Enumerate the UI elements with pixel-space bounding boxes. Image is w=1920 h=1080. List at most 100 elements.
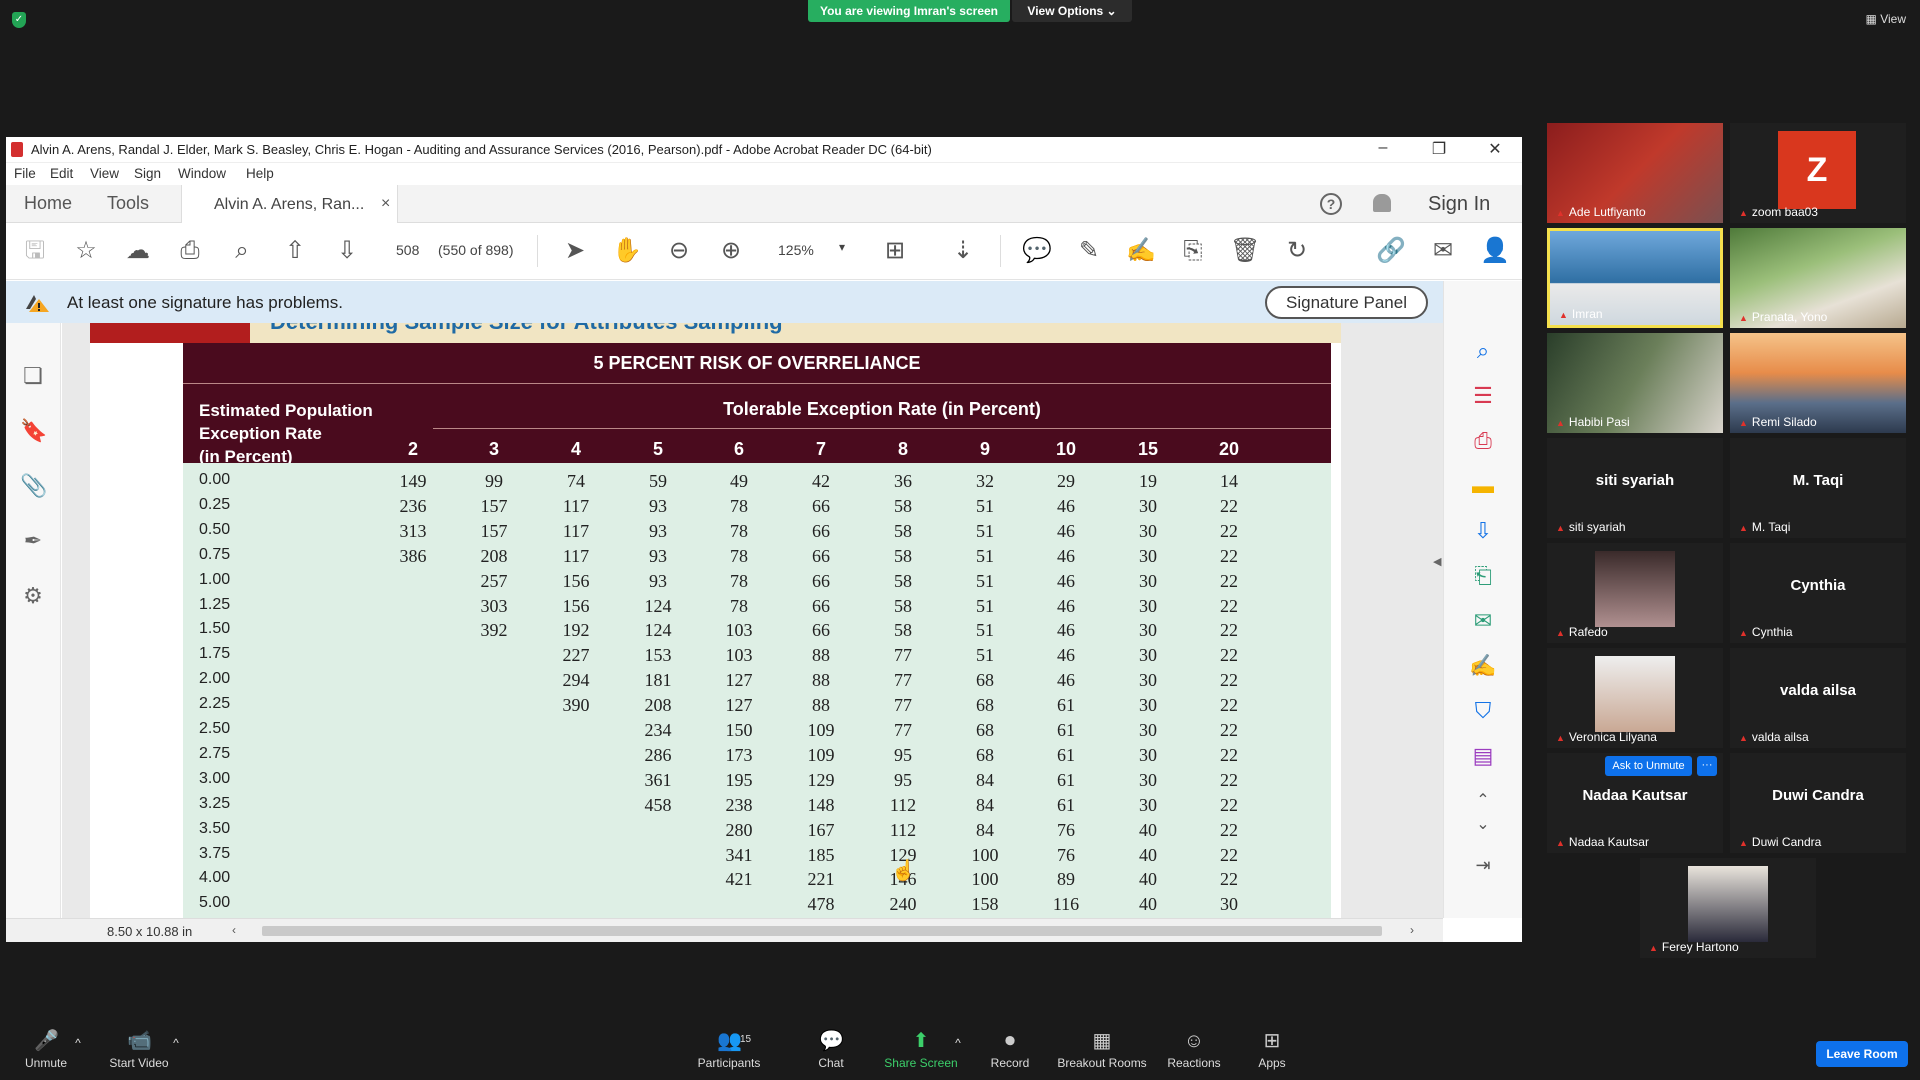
- view-options-button[interactable]: View Options ⌄: [1012, 0, 1132, 22]
- start-video-button[interactable]: 📹 Start Video: [104, 1030, 174, 1070]
- send-for-review-icon[interactable]: ✉: [1469, 607, 1497, 635]
- shield-icon[interactable]: ✓: [12, 12, 26, 28]
- delete-icon[interactable]: 🗑: [1230, 236, 1260, 266]
- bell-icon[interactable]: [1373, 194, 1391, 212]
- fill-sign-icon[interactable]: ✍: [1469, 652, 1497, 680]
- email-icon[interactable]: ✉: [1428, 236, 1458, 266]
- zoom-in-icon[interactable]: ⊕: [716, 236, 746, 266]
- participant-name: Nadaa Kautsar: [1556, 835, 1649, 849]
- participant-tile[interactable]: Rafedo: [1547, 543, 1723, 643]
- participant-tile[interactable]: Duwi Candra Duwi Candra: [1730, 753, 1906, 853]
- reactions-button[interactable]: ☺ Reactions: [1164, 1030, 1224, 1070]
- video-options-caret[interactable]: ^: [170, 1036, 182, 1050]
- edit-pdf-icon[interactable]: ⎗: [1469, 562, 1497, 590]
- participant-tile[interactable]: Veronica Lilyana: [1547, 648, 1723, 748]
- tab-home[interactable]: Home: [24, 193, 72, 214]
- share-screen-button[interactable]: ⬆ Share Screen: [882, 1030, 960, 1070]
- view-button[interactable]: ▦ View: [1866, 12, 1906, 26]
- minimize-button[interactable]: –: [1360, 139, 1406, 157]
- create-pdf-icon[interactable]: ⎙: [1469, 427, 1497, 455]
- select-cursor-icon[interactable]: ➤: [560, 236, 590, 266]
- participant-tile[interactable]: M. Taqi M. Taqi: [1730, 438, 1906, 538]
- participants-button[interactable]: 👥 Participants: [692, 1030, 766, 1070]
- more-tools-icon[interactable]: ▤: [1469, 742, 1497, 770]
- breakout-rooms-button[interactable]: ▦ Breakout Rooms: [1056, 1030, 1148, 1070]
- participant-tile[interactable]: Cynthia Cynthia: [1730, 543, 1906, 643]
- next-page-icon[interactable]: ⇩: [332, 236, 362, 266]
- draw-icon[interactable]: ✍: [1126, 236, 1156, 266]
- link-icon[interactable]: 🔗: [1376, 236, 1406, 266]
- participant-tile[interactable]: valda ailsa valda ailsa: [1730, 648, 1906, 748]
- protect-icon[interactable]: ⛉: [1469, 697, 1497, 725]
- scroll-left-icon[interactable]: ‹: [232, 923, 236, 937]
- more-options-button[interactable]: ···: [1697, 756, 1717, 776]
- participant-tile[interactable]: Habibi Pasi: [1547, 333, 1723, 433]
- menu-view[interactable]: View: [90, 166, 119, 181]
- export-pdf-icon[interactable]: ⇩: [1469, 517, 1497, 545]
- zoom-out-icon[interactable]: ⊖: [664, 236, 694, 266]
- scroll-down-icon[interactable]: ⌄: [1469, 811, 1497, 839]
- page-number-input[interactable]: 508: [396, 242, 419, 258]
- share-options-caret[interactable]: ^: [952, 1036, 964, 1050]
- horizontal-scroll-thumb[interactable]: [262, 926, 1382, 936]
- rotate-icon[interactable]: ↻: [1282, 236, 1312, 266]
- hand-tool-icon[interactable]: ✋: [612, 236, 642, 266]
- page-thumbnails-icon[interactable]: ❏: [20, 363, 46, 389]
- upload-icon[interactable]: ☁: [123, 236, 153, 266]
- search-icon[interactable]: ⌕: [227, 236, 257, 266]
- scroll-right-icon[interactable]: ›: [1410, 923, 1414, 937]
- close-window-button[interactable]: ✕: [1472, 139, 1518, 159]
- table-cell: 158: [971, 894, 999, 915]
- signature-panel-button[interactable]: Signature Panel: [1265, 286, 1428, 319]
- leave-room-button[interactable]: Leave Room: [1816, 1041, 1908, 1067]
- zoom-dropdown-icon[interactable]: ▾: [839, 240, 845, 254]
- participant-tile[interactable]: siti syariah siti syariah: [1547, 438, 1723, 538]
- sign-in-button[interactable]: Sign In: [1428, 193, 1490, 216]
- apps-button[interactable]: ⊞ Apps: [1250, 1030, 1294, 1070]
- participant-tile[interactable]: Ade Lutfiyanto: [1547, 123, 1723, 223]
- scroll-mode-icon[interactable]: ⇣: [948, 236, 978, 266]
- restore-button[interactable]: ❐: [1416, 139, 1462, 159]
- table-cell: 77: [894, 695, 912, 716]
- unmute-button[interactable]: 🎤 Unmute: [18, 1030, 74, 1070]
- menu-help[interactable]: Help: [246, 166, 274, 181]
- ask-to-unmute-button[interactable]: Ask to Unmute: [1605, 756, 1692, 776]
- menu-edit[interactable]: Edit: [50, 166, 73, 181]
- participant-tile[interactable]: Remi Silado: [1730, 333, 1906, 433]
- add-user-icon[interactable]: 👤: [1480, 236, 1510, 266]
- highlight-pen-icon[interactable]: ✎: [1074, 236, 1104, 266]
- participant-tile[interactable]: Imran: [1547, 228, 1723, 328]
- record-button[interactable]: ⏺ Record: [986, 1030, 1034, 1070]
- menu-window[interactable]: Window: [178, 166, 226, 181]
- table-cell: 46: [1057, 545, 1075, 566]
- participant-tile[interactable]: Zzoom baa03: [1730, 123, 1906, 223]
- audio-options-caret[interactable]: ^: [72, 1036, 84, 1050]
- close-tab-icon[interactable]: ×: [381, 195, 390, 213]
- signatures-icon[interactable]: ✒: [20, 528, 46, 554]
- expand-rail-icon[interactable]: ◀: [1433, 555, 1441, 568]
- participant-tile[interactable]: Ferey Hartono: [1640, 858, 1816, 958]
- collapse-right-icon[interactable]: ⇥: [1469, 851, 1497, 879]
- previous-page-icon[interactable]: ⇧: [280, 236, 310, 266]
- comment-icon[interactable]: 💬: [1022, 236, 1052, 266]
- print-icon[interactable]: ⎙: [175, 236, 205, 266]
- tab-document[interactable]: Alvin A. Arens, Ran... ×: [181, 185, 398, 224]
- document-view[interactable]: Determining Sample Size for Attributes S…: [62, 323, 1443, 918]
- zoom-level[interactable]: 125%: [778, 242, 814, 258]
- bookmarks-icon[interactable]: 🔖: [20, 418, 47, 444]
- comment-tool-icon[interactable]: ▬: [1469, 472, 1497, 500]
- stamp-icon[interactable]: ⎘: [1178, 236, 1208, 266]
- save-icon[interactable]: 🖫: [20, 236, 50, 266]
- zoom-tool-icon[interactable]: ⌕: [1469, 337, 1497, 365]
- participant-tile[interactable]: Pranata, Yono: [1730, 228, 1906, 328]
- attachments-icon[interactable]: 📎: [20, 473, 47, 499]
- menu-sign[interactable]: Sign: [134, 166, 161, 181]
- help-icon[interactable]: ?: [1320, 193, 1342, 215]
- organize-pages-icon[interactable]: ☰: [1469, 382, 1497, 410]
- menu-file[interactable]: File: [14, 166, 36, 181]
- chat-button[interactable]: 💬 Chat: [806, 1030, 856, 1070]
- fit-page-icon[interactable]: ⊞: [880, 236, 910, 266]
- bookmark-star-icon[interactable]: ☆: [71, 236, 101, 266]
- certificates-icon[interactable]: ⚙: [20, 583, 46, 609]
- tab-tools[interactable]: Tools: [107, 193, 149, 214]
